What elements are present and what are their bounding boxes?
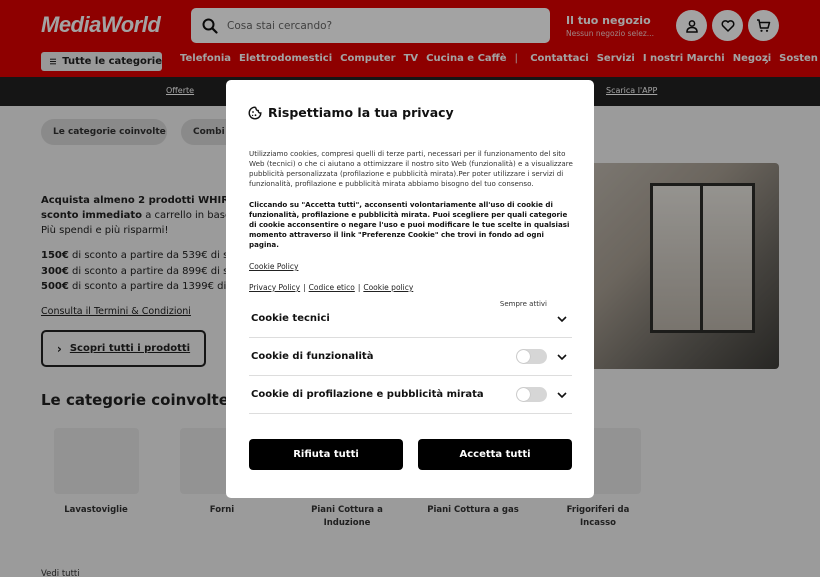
chevron-down-icon[interactable]	[556, 313, 568, 325]
profiling-cookies-toggle[interactable]	[516, 387, 547, 402]
chevron-down-icon[interactable]	[556, 351, 568, 363]
cookie-policy-link-2[interactable]: Cookie policy	[363, 283, 413, 292]
cookie-policy-link[interactable]: Cookie Policy	[249, 262, 298, 271]
privacy-policy-link[interactable]: Privacy Policy	[249, 283, 300, 292]
dialog-title: Rispettiamo la tua privacy	[268, 105, 454, 120]
accept-all-button[interactable]: Accetta tutti	[418, 439, 572, 470]
cookie-category-technical[interactable]: Cookie tecnici Sempre attivi	[249, 300, 572, 338]
dialog-header: Rispettiamo la tua privacy	[248, 105, 454, 120]
ethics-code-link[interactable]: Codice etico	[309, 283, 355, 292]
cookie-icon	[248, 105, 262, 119]
cookie-category-functional[interactable]: Cookie di funzionalità	[249, 338, 572, 376]
cookie-consent-dialog: Rispettiamo la tua privacy Utilizziamo c…	[226, 80, 594, 498]
privacy-text: Utilizziamo cookies, compresi quelli di …	[249, 149, 573, 188]
always-active-label: Sempre attivi	[499, 300, 547, 308]
chevron-down-icon[interactable]	[556, 389, 568, 401]
policy-links: Cookie Policy	[249, 262, 298, 271]
reject-all-button[interactable]: Rifiuta tutti	[249, 439, 403, 470]
consent-text: Cliccando su "Accetta tutti", acconsenti…	[249, 200, 570, 249]
legal-links: Privacy Policy | Codice etico | Cookie polic…	[249, 283, 414, 292]
cookie-category-profiling[interactable]: Cookie di profilazione e pubblicità mira…	[249, 376, 572, 414]
functional-cookies-toggle[interactable]	[516, 349, 547, 364]
